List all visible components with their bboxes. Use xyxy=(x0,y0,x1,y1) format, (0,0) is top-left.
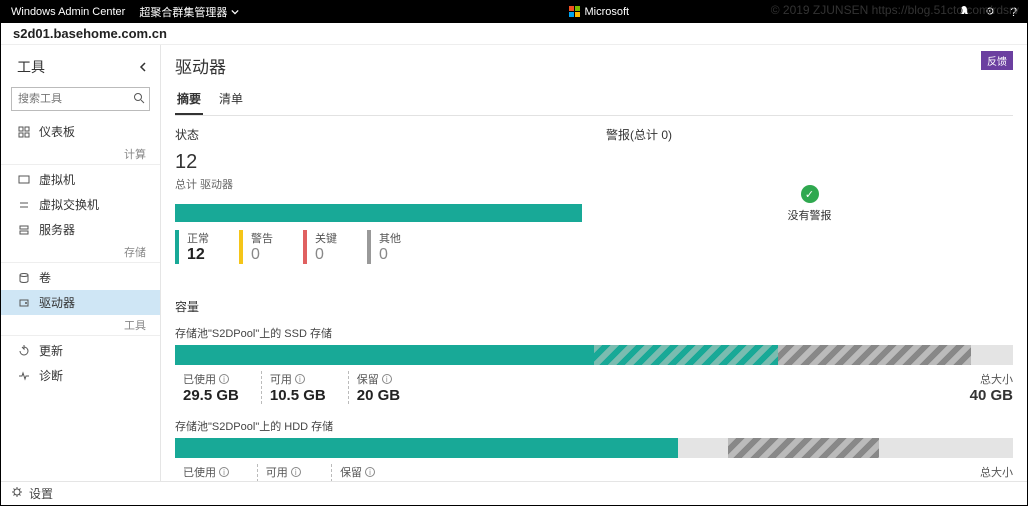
capacity-section: 容量 存储池"S2DPool"上的 SSD 存储已使用 i29.5 GB可用 i… xyxy=(175,298,1013,481)
status-heading: 状态 xyxy=(175,126,582,143)
status-warn-label: 警告 xyxy=(251,230,273,246)
dashboard-icon xyxy=(17,126,31,138)
sidebar-item-vswitches[interactable]: 虚拟交换机 xyxy=(1,192,160,217)
capacity-col-used: 已使用 i29.5 GB xyxy=(175,371,261,404)
sidebar-item-label: 卷 xyxy=(39,269,51,286)
info-icon[interactable]: i xyxy=(291,467,301,477)
capacity-total: 总大小40 GB xyxy=(970,371,1013,404)
info-icon[interactable]: i xyxy=(219,374,229,384)
sidebar-item-updates[interactable]: 更新 xyxy=(1,338,160,363)
status-crit-value: 0 xyxy=(315,246,337,264)
drive-total-count: 12 xyxy=(175,151,582,174)
pool-label: 存储池"S2DPool"上的 HDD 存储 xyxy=(175,418,1013,434)
page-title: 驱动器 xyxy=(175,53,1013,78)
sidebar-item-label: 虚拟交换机 xyxy=(39,196,99,213)
tab-summary[interactable]: 摘要 xyxy=(175,86,203,115)
cluster-label: 超聚合群集管理器 xyxy=(139,4,227,20)
capacity-meta: 已使用 i109 GB可用 i51 GB保留 i40 GB 总大小160 GB xyxy=(175,464,1013,481)
capacity-bar xyxy=(175,345,1013,365)
ok-check-icon: ✓ xyxy=(801,185,819,203)
sidebar-group-compute: 计算 xyxy=(1,144,160,165)
no-alerts-label: 没有警报 xyxy=(788,207,832,223)
status-col-crit: 关键 0 xyxy=(303,230,367,264)
info-icon[interactable]: i xyxy=(382,374,392,384)
feedback-button[interactable]: 反馈 xyxy=(981,51,1013,70)
sidebar-group-tools: 工具 xyxy=(1,315,160,336)
server-icon xyxy=(17,224,31,236)
sidebar-item-label: 诊断 xyxy=(39,367,63,384)
help-icon[interactable]: ? xyxy=(1010,5,1017,19)
sidebar-item-label: 仪表板 xyxy=(39,123,75,140)
pool-label: 存储池"S2DPool"上的 SSD 存储 xyxy=(175,325,1013,341)
status-bar xyxy=(175,204,582,222)
status-col-good: 正常 12 xyxy=(175,230,239,264)
status-other-label: 其他 xyxy=(379,230,401,246)
info-icon[interactable]: i xyxy=(365,467,375,477)
microsoft-logo: Microsoft xyxy=(239,6,958,18)
vswitch-icon xyxy=(17,199,31,211)
sidebar-group-storage: 存储 xyxy=(1,242,160,263)
main-panel: 反馈 驱动器 摘要 清单 状态 12 总计 驱动器 正常 12 警告 0 xyxy=(161,45,1027,481)
capacity-col-res: 保留 i40 GB xyxy=(331,464,405,481)
capacity-heading: 容量 xyxy=(175,298,1013,315)
sidebar: 工具 仪表板 计算 虚拟机 虚拟交换机 服务器 存储 卷 xyxy=(1,45,161,481)
status-good-value: 12 xyxy=(187,246,209,264)
top-bar: Windows Admin Center 超聚合群集管理器 Microsoft … xyxy=(1,1,1027,23)
capacity-col-avail: 可用 i51 GB xyxy=(257,464,331,481)
sidebar-item-servers[interactable]: 服务器 xyxy=(1,217,160,242)
diagnostics-icon xyxy=(17,370,31,382)
status-other-value: 0 xyxy=(379,246,401,264)
info-icon[interactable]: i xyxy=(295,374,305,384)
search-input[interactable] xyxy=(11,87,150,111)
status-panel: 状态 12 总计 驱动器 正常 12 警告 0 关键 0 xyxy=(175,126,582,264)
notifications-icon[interactable] xyxy=(958,5,970,20)
sidebar-item-diagnostics[interactable]: 诊断 xyxy=(1,363,160,388)
capacity-total: 总大小160 GB xyxy=(961,464,1013,481)
footer-settings-label[interactable]: 设置 xyxy=(29,485,53,502)
settings-icon[interactable] xyxy=(984,5,996,20)
microsoft-label: Microsoft xyxy=(585,6,630,18)
status-col-warn: 警告 0 xyxy=(239,230,303,264)
alerts-heading: 警报(总计 0) xyxy=(606,126,1013,143)
collapse-sidebar-icon[interactable] xyxy=(138,59,148,75)
capacity-col-used: 已使用 i109 GB xyxy=(175,464,257,481)
capacity-pool: 存储池"S2DPool"上的 SSD 存储已使用 i29.5 GB可用 i10.… xyxy=(175,325,1013,404)
status-crit-label: 关键 xyxy=(315,230,337,246)
vm-icon xyxy=(17,174,31,186)
capacity-col-avail: 可用 i10.5 GB xyxy=(261,371,348,404)
status-col-other: 其他 0 xyxy=(367,230,431,264)
capacity-meta: 已使用 i29.5 GB可用 i10.5 GB保留 i20 GB 总大小40 GB xyxy=(175,371,1013,404)
status-warn-value: 0 xyxy=(251,246,273,264)
alerts-panel: 警报(总计 0) ✓ 没有警报 xyxy=(606,126,1013,264)
chevron-down-icon xyxy=(231,8,239,16)
bottom-bar: 设置 xyxy=(1,481,1027,505)
sidebar-item-drives[interactable]: 驱动器 xyxy=(1,290,160,315)
updates-icon xyxy=(17,345,31,357)
search-icon[interactable] xyxy=(133,92,145,107)
tab-inventory[interactable]: 清单 xyxy=(217,86,245,115)
gear-icon[interactable] xyxy=(11,486,23,501)
status-good-label: 正常 xyxy=(187,230,209,246)
volume-icon xyxy=(17,272,31,284)
sidebar-item-label: 虚拟机 xyxy=(39,171,75,188)
sidebar-item-label: 更新 xyxy=(39,342,63,359)
brand-label: Windows Admin Center xyxy=(11,6,125,18)
drive-total-label: 总计 驱动器 xyxy=(175,176,582,192)
server-header: s2d01.basehome.com.cn xyxy=(1,23,1027,45)
capacity-pool: 存储池"S2DPool"上的 HDD 存储已使用 i109 GB可用 i51 G… xyxy=(175,418,1013,481)
sidebar-item-volumes[interactable]: 卷 xyxy=(1,265,160,290)
server-name: s2d01.basehome.com.cn xyxy=(13,26,167,41)
microsoft-icon xyxy=(569,6,581,18)
tabs: 摘要 清单 xyxy=(175,86,1013,116)
sidebar-item-label: 服务器 xyxy=(39,221,75,238)
sidebar-item-label: 驱动器 xyxy=(39,294,75,311)
capacity-bar xyxy=(175,438,1013,458)
capacity-col-res: 保留 i20 GB xyxy=(348,371,422,404)
info-icon[interactable]: i xyxy=(219,467,229,477)
tools-heading: 工具 xyxy=(17,57,45,77)
drive-icon xyxy=(17,297,31,309)
sidebar-item-vms[interactable]: 虚拟机 xyxy=(1,167,160,192)
sidebar-item-dashboard[interactable]: 仪表板 xyxy=(1,119,160,144)
cluster-selector[interactable]: 超聚合群集管理器 xyxy=(139,4,239,20)
